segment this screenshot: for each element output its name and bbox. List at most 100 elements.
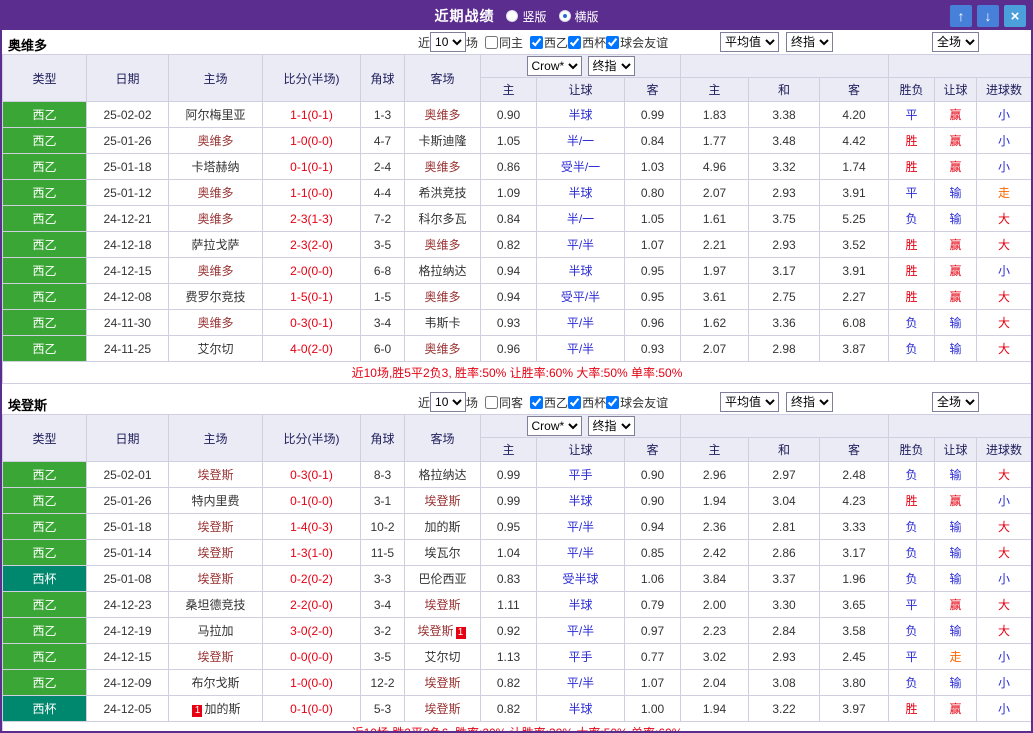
league-liga2-checkbox[interactable] <box>530 35 544 49</box>
move-down-button[interactable]: ↓ <box>977 5 999 27</box>
score-cell[interactable]: 0-3(0-1) <box>262 461 361 488</box>
average-time-select[interactable]: 终指 <box>786 392 833 412</box>
home-team-cell[interactable]: 艾尔切 <box>168 335 263 362</box>
same-venue-checkbox[interactable] <box>485 35 499 49</box>
home-team-cell[interactable]: 埃登斯 <box>168 643 263 670</box>
same-venue-checkbox[interactable] <box>485 395 499 409</box>
score-cell[interactable]: 3-0(2-0) <box>262 617 361 644</box>
away-team-cell[interactable]: 奥维多 <box>404 231 481 258</box>
home-team-cell[interactable]: 奥维多 <box>168 309 263 336</box>
score-cell[interactable]: 2-3(2-0) <box>262 231 361 258</box>
away-team-cell[interactable]: 科尔多瓦 <box>404 205 481 232</box>
league-cup-checkbox[interactable] <box>568 35 582 49</box>
score-cell[interactable]: 0-0(0-0) <box>262 643 361 670</box>
score-cell[interactable]: 2-2(0-0) <box>262 591 361 618</box>
league-checkbox-label[interactable]: 西乙 <box>530 394 568 411</box>
away-team-cell[interactable]: 埃登斯 <box>404 591 481 618</box>
league-cell: 西乙 <box>2 257 87 284</box>
league-checkbox-label[interactable]: 球会友谊 <box>606 34 668 51</box>
score-cell[interactable]: 1-0(0-0) <box>262 669 361 696</box>
same-venue-checkbox-label[interactable]: 同主 <box>485 34 523 51</box>
away-team-cell[interactable]: 卡斯迪隆 <box>404 127 481 154</box>
away-team-cell[interactable]: 加的斯 <box>404 513 481 540</box>
league-checkbox-label[interactable]: 球会友谊 <box>606 394 668 411</box>
away-team-cell[interactable]: 奥维多 <box>404 153 481 180</box>
away-team-cell[interactable]: 奥维多 <box>404 101 481 128</box>
score-cell[interactable]: 1-4(0-3) <box>262 513 361 540</box>
date-cell: 24-12-19 <box>86 617 169 644</box>
score-cell[interactable]: 1-5(0-1) <box>262 283 361 310</box>
score-cell[interactable]: 2-0(0-0) <box>262 257 361 284</box>
league-liga2-checkbox[interactable] <box>530 395 544 409</box>
home-team-cell[interactable]: 1 加的斯 <box>168 695 263 722</box>
handicap-result-cell: 输 <box>934 513 978 540</box>
away-team-cell[interactable]: 奥维多 <box>404 283 481 310</box>
close-button[interactable]: × <box>1004 5 1026 27</box>
odds-source-select[interactable]: Crow* <box>526 416 582 436</box>
team-name: 阿尔梅里亚 <box>185 108 246 122</box>
score-cell[interactable]: 1-1(0-0) <box>262 179 361 206</box>
home-team-cell[interactable]: 费罗尔竞技 <box>168 283 263 310</box>
home-team-cell[interactable]: 奥维多 <box>168 127 263 154</box>
score-cell[interactable]: 0-2(0-2) <box>262 565 361 592</box>
move-up-button[interactable]: ↑ <box>950 5 972 27</box>
score-cell[interactable]: 0-3(0-1) <box>262 309 361 336</box>
score-cell[interactable]: 4-0(2-0) <box>262 335 361 362</box>
scope-select[interactable]: 全场 <box>932 32 979 52</box>
away-team-cell[interactable]: 埃登斯 <box>404 695 481 722</box>
score-cell[interactable]: 1-0(0-0) <box>262 127 361 154</box>
away-team-cell[interactable]: 艾尔切 <box>404 643 481 670</box>
home-team-cell[interactable]: 阿尔梅里亚 <box>168 101 263 128</box>
away-team-cell[interactable]: 韦斯卡 <box>404 309 481 336</box>
away-team-cell[interactable]: 埃登斯 <box>404 669 481 696</box>
home-team-cell[interactable]: 埃登斯 <box>168 565 263 592</box>
league-friendly-checkbox[interactable] <box>606 395 620 409</box>
home-team-cell[interactable]: 桑坦德竞技 <box>168 591 263 618</box>
away-team-cell[interactable]: 埃登斯 <box>404 487 481 514</box>
home-team-cell[interactable]: 埃登斯 <box>168 539 263 566</box>
score-cell[interactable]: 1-1(0-1) <box>262 101 361 128</box>
away-team-cell[interactable]: 格拉纳达 <box>404 461 481 488</box>
score-cell[interactable]: 0-1(0-1) <box>262 153 361 180</box>
league-checkbox-label[interactable]: 西乙 <box>530 34 568 51</box>
away-team-cell[interactable]: 格拉纳达 <box>404 257 481 284</box>
odds-time-select[interactable]: 终指 <box>587 56 635 76</box>
away-team-cell[interactable]: 巴伦西亚 <box>404 565 481 592</box>
league-checkbox-label[interactable]: 西杯 <box>568 34 606 51</box>
average-select[interactable]: 平均值 <box>720 32 779 52</box>
games-count-select[interactable]: 10 <box>430 392 467 412</box>
home-team-cell[interactable]: 奥维多 <box>168 179 263 206</box>
same-venue-checkbox-label[interactable]: 同客 <box>485 394 523 411</box>
away-team-cell[interactable]: 希洪竞技 <box>404 179 481 206</box>
home-team-cell[interactable]: 马拉加 <box>168 617 263 644</box>
avg-draw-cell: 3.36 <box>748 309 821 336</box>
score-cell[interactable]: 2-3(1-3) <box>262 205 361 232</box>
home-team-cell[interactable]: 萨拉戈萨 <box>168 231 263 258</box>
league-checkbox-label[interactable]: 西杯 <box>568 394 606 411</box>
home-team-cell[interactable]: 布尔戈斯 <box>168 669 263 696</box>
league-friendly-checkbox[interactable] <box>606 35 620 49</box>
score-cell[interactable]: 1-3(1-0) <box>262 539 361 566</box>
home-team-cell[interactable]: 奥维多 <box>168 205 263 232</box>
odds-source-select[interactable]: Crow* <box>526 56 582 76</box>
odds-time-select[interactable]: 终指 <box>587 416 635 436</box>
average-time-select[interactable]: 终指 <box>786 32 833 52</box>
home-team-cell[interactable]: 特内里费 <box>168 487 263 514</box>
games-count-select[interactable]: 10 <box>430 32 467 52</box>
away-team-cell[interactable]: 奥维多 <box>404 335 481 362</box>
home-team-cell[interactable]: 奥维多 <box>168 257 263 284</box>
score-cell[interactable]: 0-1(0-0) <box>262 695 361 722</box>
home-team-cell[interactable]: 埃登斯 <box>168 513 263 540</box>
scope-select[interactable]: 全场 <box>932 392 979 412</box>
away-team-cell[interactable]: 埃瓦尔 <box>404 539 481 566</box>
average-select[interactable]: 平均值 <box>720 392 779 412</box>
home-team-cell[interactable]: 埃登斯 <box>168 461 263 488</box>
score-cell[interactable]: 0-1(0-0) <box>262 487 361 514</box>
home-team-cell[interactable]: 卡塔赫纳 <box>168 153 263 180</box>
avg-away-cell: 3.80 <box>819 669 890 696</box>
layout-radio-vertical[interactable]: 竖版 <box>506 8 547 25</box>
league-cup-checkbox[interactable] <box>568 395 582 409</box>
away-team-cell[interactable]: 埃登斯 1 <box>404 617 481 644</box>
match-row: 西杯 25-01-08 埃登斯 0-2(0-2) 3-3 巴伦西亚 0.83 受半球 1.06 3… <box>2 565 1031 592</box>
layout-radio-horizontal[interactable]: 横版 <box>558 8 599 25</box>
